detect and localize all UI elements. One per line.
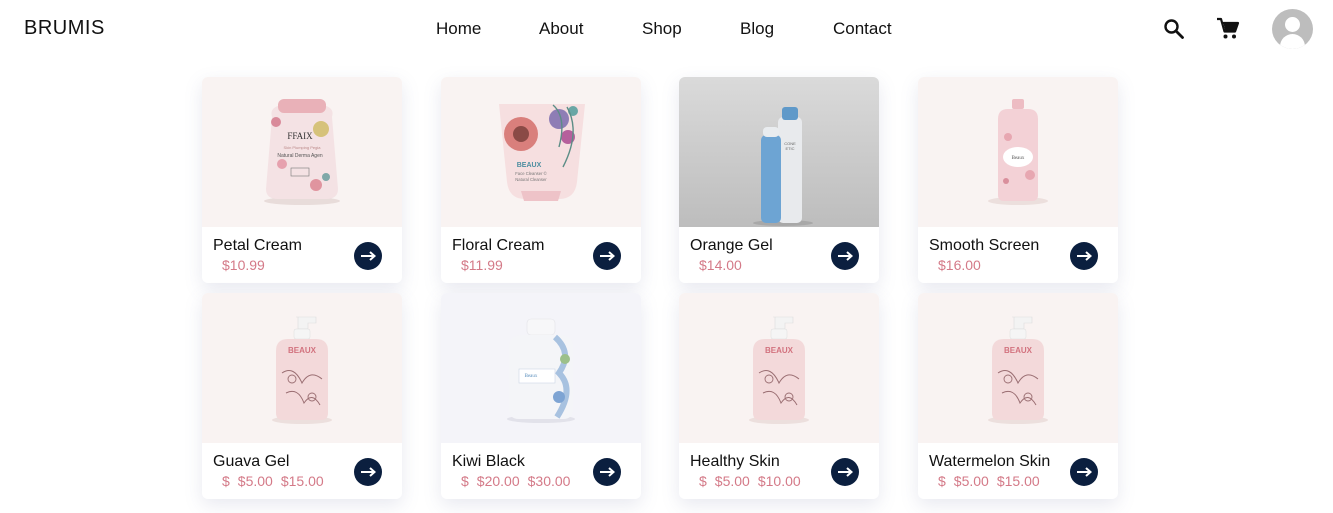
price-min: $5.00 — [714, 473, 750, 489]
price-value: $14.00 — [699, 257, 742, 273]
price-currency: $ — [938, 473, 946, 489]
product-image: BEAUX — [202, 293, 402, 443]
product-name: Petal Cream — [213, 237, 302, 254]
product-label-line: Skin Plumping Pegia — [284, 145, 322, 150]
product-image: Beaux — [441, 293, 641, 443]
price-max: $10.00 — [757, 473, 801, 489]
product-label-line: Face Cleanser © — [515, 171, 547, 176]
product-name: Watermelon Skin — [929, 453, 1051, 470]
nav-home[interactable]: Home — [436, 19, 481, 39]
product-label-brand: Beaux — [525, 374, 538, 379]
arrow-right-icon — [361, 467, 377, 477]
nav-contact[interactable]: Contact — [833, 19, 892, 39]
product-price: $14.00 — [699, 257, 750, 273]
product-price: $11.99 — [461, 257, 511, 273]
view-product-button[interactable] — [593, 458, 621, 486]
arrow-right-icon — [600, 251, 616, 261]
product-card[interactable]: BEAUX Face Cleanser © Natural Cleanser F… — [441, 77, 641, 283]
product-image: BEAUX — [918, 293, 1118, 443]
price-max: $30.00 — [527, 473, 571, 489]
view-product-button[interactable] — [1070, 458, 1098, 486]
cart-icon[interactable] — [1216, 17, 1240, 41]
product-name: Smooth Screen — [929, 237, 1040, 254]
view-product-button[interactable] — [1070, 242, 1098, 270]
product-card[interactable]: Beaux Kiwi Black $ $20.00 $30.00 — [441, 293, 641, 499]
product-image: BEAUX — [679, 293, 879, 443]
nav-blog[interactable]: Blog — [740, 19, 774, 39]
product-image: CONE ETIC — [679, 77, 879, 227]
nav-shop[interactable]: Shop — [642, 19, 682, 39]
nav-about[interactable]: About — [539, 19, 583, 39]
product-label-brand: BEAUX — [288, 346, 317, 355]
arrow-right-icon — [361, 251, 377, 261]
arrow-right-icon — [838, 251, 854, 261]
product-label-line: Natural Derma Agen — [277, 153, 323, 159]
product-image: Beaux — [918, 77, 1118, 227]
price-max: $15.00 — [996, 473, 1040, 489]
product-card[interactable]: CONE ETIC Orange Gel $14.00 — [679, 77, 879, 283]
view-product-button[interactable] — [354, 242, 382, 270]
price-min: $5.00 — [953, 473, 989, 489]
view-product-button[interactable] — [593, 242, 621, 270]
product-name: Healthy Skin — [690, 453, 780, 470]
arrow-right-icon — [1077, 467, 1093, 477]
price-currency: $ — [699, 473, 707, 489]
price-value: $11.99 — [461, 257, 503, 273]
product-name: Floral Cream — [452, 237, 545, 254]
price-currency: $ — [461, 473, 469, 489]
product-image: BEAUX Face Cleanser © Natural Cleanser — [441, 77, 641, 227]
product-card[interactable]: BEAUX Guava Gel $ $5.00 $15.00 — [202, 293, 402, 499]
view-product-button[interactable] — [831, 242, 859, 270]
product-label-line: Natural Cleanser — [515, 177, 547, 182]
product-price: $ $5.00 $15.00 — [222, 473, 332, 489]
product-name: Orange Gel — [690, 237, 773, 254]
price-currency: $ — [222, 473, 230, 489]
product-price: $ $5.00 $10.00 — [699, 473, 809, 489]
price-value: $10.99 — [222, 257, 265, 273]
product-card[interactable]: BEAUX Watermelon Skin $ $5.00 $15.00 — [918, 293, 1118, 499]
product-price: $10.99 — [222, 257, 273, 273]
product-card[interactable]: FFAIX Skin Plumping Pegia Natural Derma … — [202, 77, 402, 283]
avatar-head — [1285, 17, 1300, 32]
avatar-body — [1280, 34, 1305, 49]
arrow-right-icon — [1077, 251, 1093, 261]
product-label-brand: BEAUX — [1004, 346, 1033, 355]
view-product-button[interactable] — [831, 458, 859, 486]
account-icon[interactable] — [1272, 9, 1313, 49]
search-icon[interactable] — [1163, 18, 1185, 40]
product-price: $ $5.00 $15.00 — [938, 473, 1048, 489]
product-card[interactable]: BEAUX Healthy Skin $ $5.00 $10.00 — [679, 293, 879, 499]
product-label-brand: BEAUX — [517, 162, 542, 169]
arrow-right-icon — [838, 467, 854, 477]
main-nav: Home About Shop Blog Contact — [0, 19, 1333, 39]
product-card[interactable]: Beaux Smooth Screen $16.00 — [918, 77, 1118, 283]
price-max: $15.00 — [280, 473, 324, 489]
product-price: $ $20.00 $30.00 — [461, 473, 578, 489]
product-label-brand: FFAIX — [287, 131, 313, 141]
site-header: BRUMIS Home About Shop Blog Contact — [0, 0, 1333, 58]
view-product-button[interactable] — [354, 458, 382, 486]
price-value: $16.00 — [938, 257, 981, 273]
product-label-brand: BEAUX — [765, 346, 794, 355]
product-label-brand: Beaux — [1012, 156, 1025, 161]
product-name: Kiwi Black — [452, 453, 525, 470]
product-label-line: ETIC — [785, 146, 794, 151]
price-min: $20.00 — [476, 473, 520, 489]
price-min: $5.00 — [237, 473, 273, 489]
product-name: Guava Gel — [213, 453, 290, 470]
product-image: FFAIX Skin Plumping Pegia Natural Derma … — [202, 77, 402, 227]
product-price: $16.00 — [938, 257, 989, 273]
arrow-right-icon — [600, 467, 616, 477]
